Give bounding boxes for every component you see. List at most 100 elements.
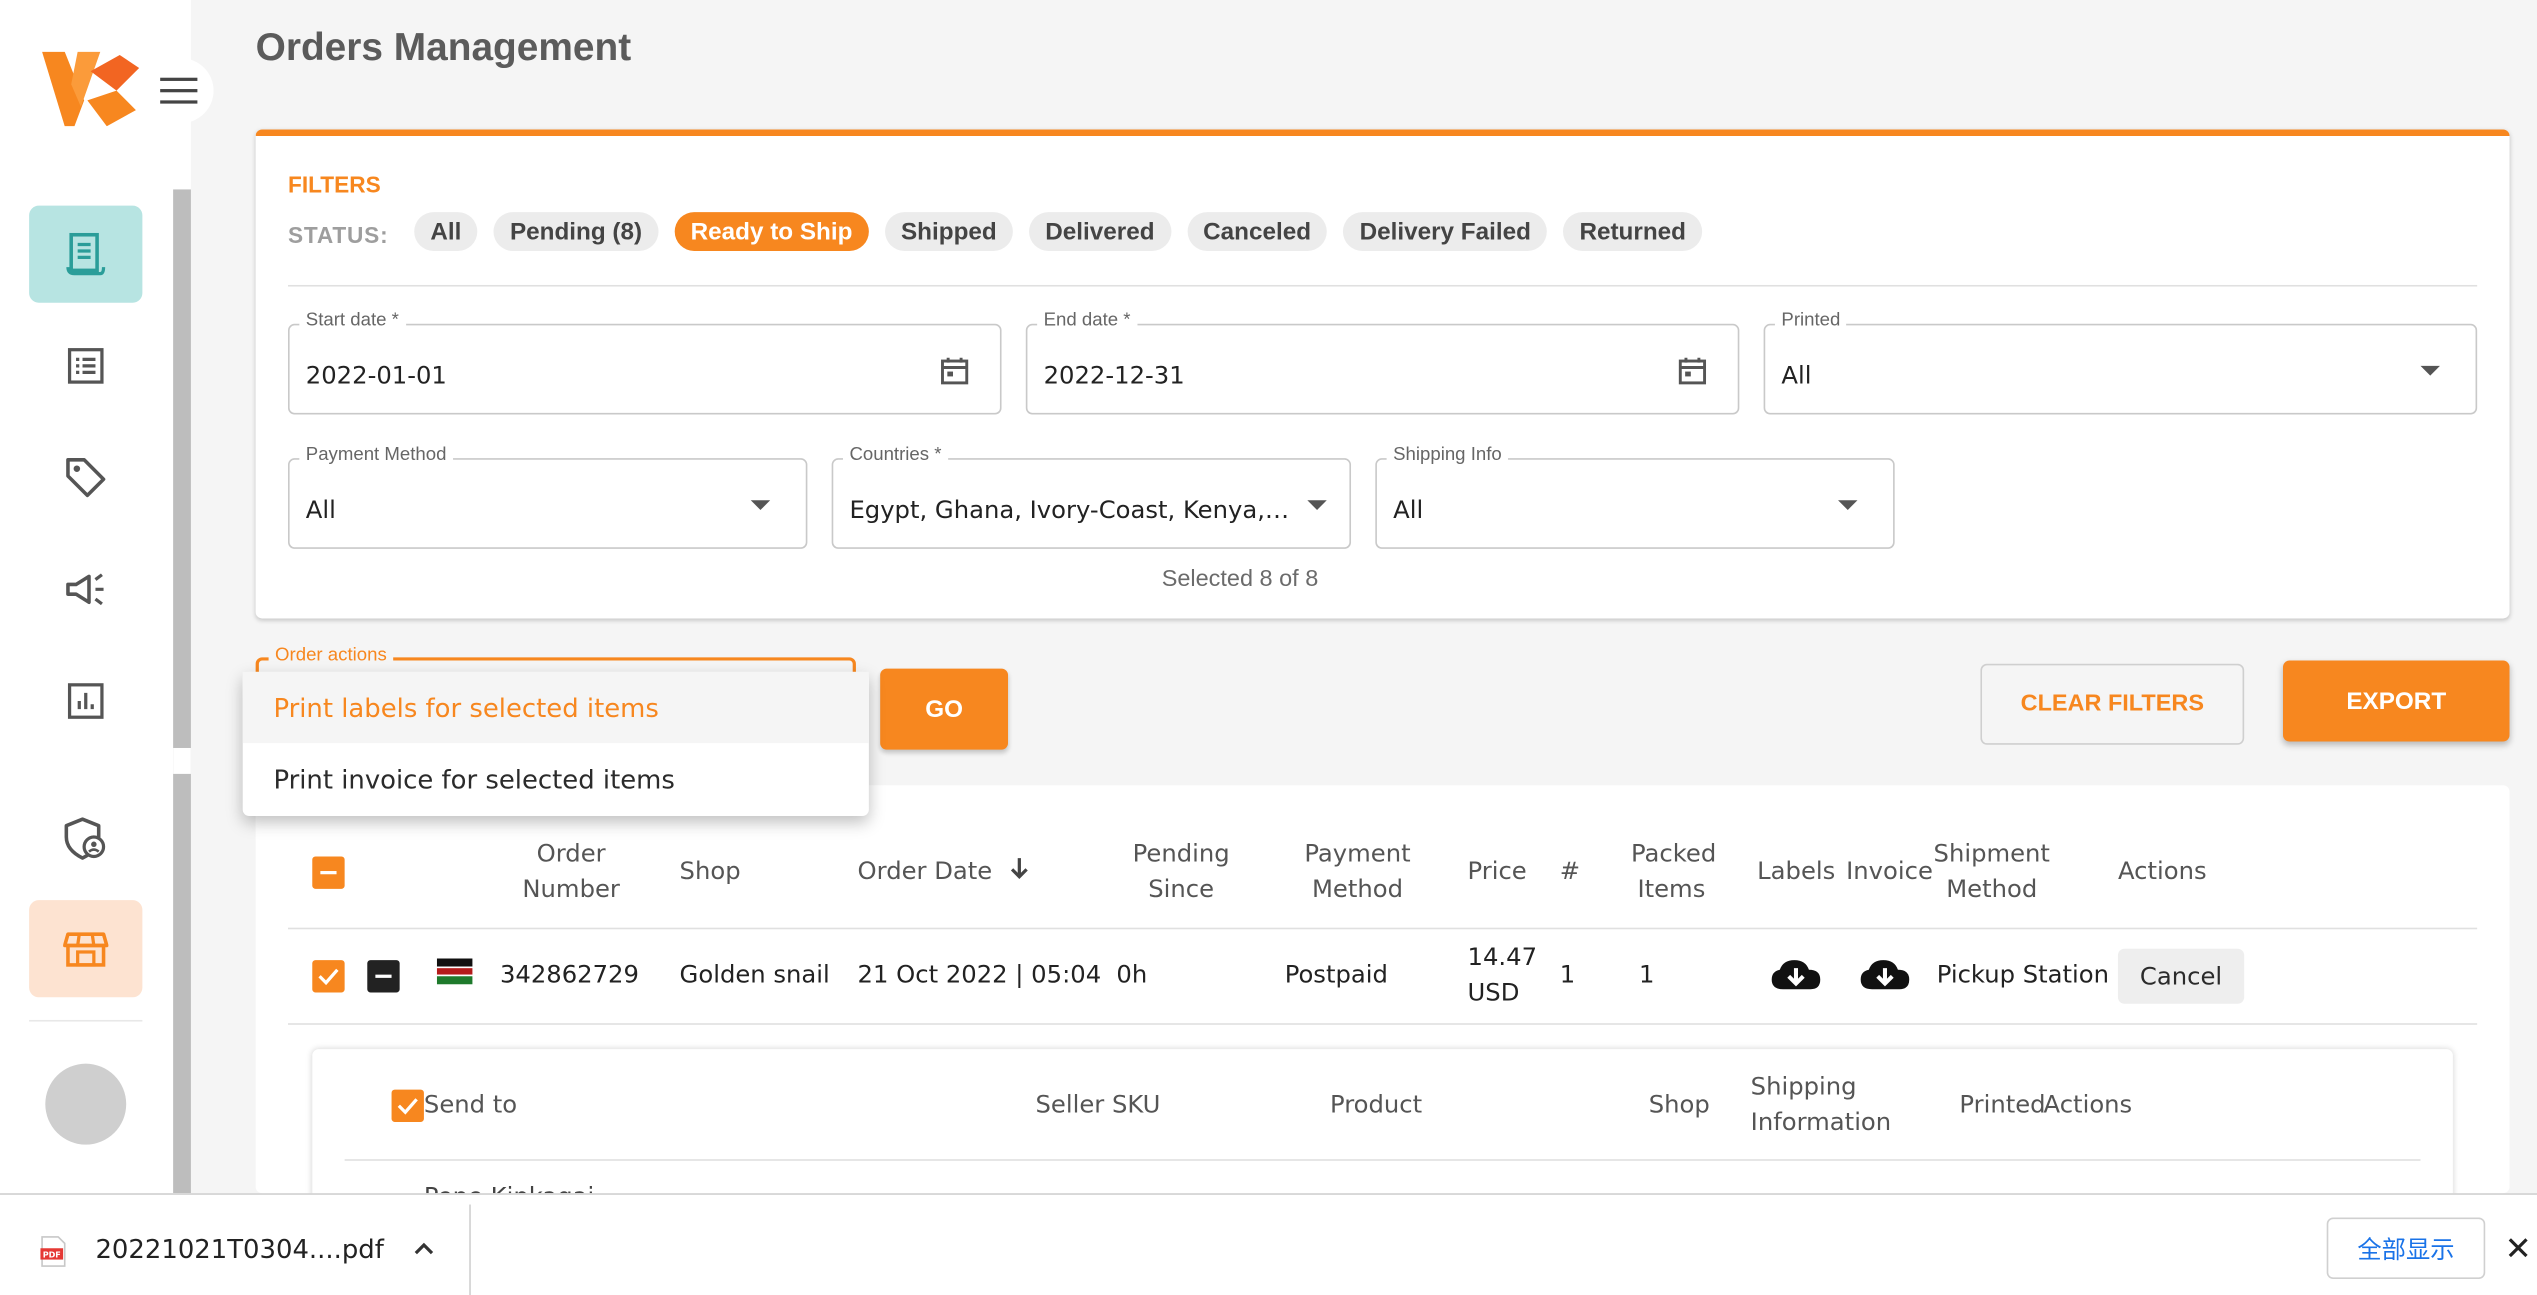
page-title: Orders Management (255, 25, 632, 70)
status-chip-all[interactable]: All (414, 212, 478, 251)
sidebar-item-store[interactable] (29, 900, 143, 998)
status-chip-pending[interactable]: Pending (8) (493, 212, 659, 251)
sort-arrow-down-icon (1010, 853, 1029, 889)
printed-value: All (1781, 361, 1812, 391)
menu-toggle-button[interactable] (142, 58, 214, 124)
cell-shipment-method: Pickup Station (1936, 960, 2110, 990)
start-date-field[interactable]: Start date * 2022-01-01 (288, 310, 1002, 415)
sidebar-item-list[interactable] (29, 317, 142, 414)
sub-header-shipping-information: Shipping Information (1750, 1071, 1892, 1137)
status-chip-ready-to-ship[interactable]: Ready to Ship (674, 212, 869, 251)
indeterminate-icon (320, 871, 337, 875)
header-divider (288, 927, 2478, 930)
sidebar-item-products[interactable] (29, 429, 142, 526)
svg-text:PDF: PDF (43, 1249, 61, 1259)
status-chip-returned[interactable]: Returned (1563, 212, 1703, 251)
cell-packed-items: 1 (1639, 960, 1655, 990)
hamburger-line (159, 77, 197, 81)
payment-method-select[interactable]: Payment Method All (288, 445, 808, 549)
download-file-name[interactable]: 20221021T0304....pdf (95, 1234, 383, 1265)
orders-table: Order Number Shop Order Date Pending Sin… (255, 785, 2510, 1212)
clear-filters-button[interactable]: CLEAR FILTERS (1980, 663, 2245, 745)
printed-select[interactable]: Printed All (1763, 310, 2478, 415)
header-shop: Shop (679, 856, 741, 886)
calendar-icon[interactable] (1676, 355, 1708, 387)
header-price: Price (1467, 856, 1527, 886)
cell-send-to: Pepe Kipkagai (424, 1179, 594, 1193)
row-divider (288, 1023, 2478, 1025)
header-label: Packed Items (1630, 838, 1717, 904)
sidebar-divider (29, 1019, 143, 1022)
minus-icon (375, 974, 392, 978)
sidebar-item-promotions[interactable] (29, 541, 142, 638)
sidebar (0, 0, 214, 1194)
end-date-field[interactable]: End date * 2022-12-31 (1025, 310, 1740, 415)
shipping-info-label: Shipping Info (1386, 445, 1509, 465)
show-all-downloads-button[interactable]: 全部显示 (2326, 1217, 2486, 1280)
sub-header-actions: Actions (2043, 1089, 2133, 1119)
cancel-order-button[interactable]: Cancel (2117, 948, 2245, 1004)
status-chip-canceled[interactable]: Canceled (1186, 212, 1328, 251)
calendar-icon[interactable] (938, 355, 970, 387)
sidebar-item-orders[interactable] (29, 205, 143, 303)
header-shipment-method: Shipment Method (1934, 835, 2050, 906)
header-order-date[interactable]: Order Date (858, 853, 1030, 889)
filters-panel: FILTERS STATUS: All Pending (8) Ready to… (255, 129, 2510, 619)
countries-value: Egypt, Ghana, Ivory-Coast, Kenya, M... (849, 495, 1290, 525)
cloud-download-icon[interactable] (1859, 957, 1911, 996)
header-label: Order Number (522, 838, 620, 904)
shipping-info-select[interactable]: Shipping Info All (1375, 445, 1895, 549)
printed-label: Printed (1774, 310, 1847, 331)
cloud-download-icon[interactable] (1770, 957, 1822, 996)
vendor-logo (42, 51, 140, 127)
payment-method-value: All (305, 495, 336, 525)
header-label: Shipment Method (1933, 838, 2050, 904)
cell-order-number[interactable]: 342862729 (500, 957, 639, 993)
store-icon (63, 932, 109, 967)
status-chip-shipped[interactable]: Shipped (884, 212, 1013, 251)
cell-price: 14.47 USD (1467, 942, 1538, 1008)
items-select-all-checkbox[interactable] (391, 1089, 424, 1122)
downloads-bar: PDF 20221021T0304....pdf 全部显示 ✕ (0, 1193, 2537, 1295)
go-button[interactable]: GO (880, 668, 1009, 750)
shipping-info-value: All (1393, 495, 1424, 525)
sidebar-item-account-security[interactable] (29, 790, 142, 887)
order-actions-menu: Print labels for selected items Print in… (242, 671, 869, 816)
kenya-flag-icon (436, 958, 473, 985)
check-icon (397, 1098, 418, 1115)
close-icon[interactable]: ✕ (2505, 1229, 2532, 1268)
status-label: STATUS: (288, 221, 389, 248)
chevron-up-icon[interactable] (413, 1240, 436, 1256)
start-date-value: 2022-01-01 (305, 361, 447, 391)
header-payment-method: Payment Method (1285, 835, 1431, 906)
menu-item-print-invoice[interactable]: Print invoice for selected items (243, 743, 869, 814)
select-all-checkbox[interactable] (312, 856, 345, 889)
check-icon (318, 968, 339, 986)
chevron-down-icon (2414, 355, 2446, 387)
cell-order-date: 21 Oct 2022 | 05:04 (857, 960, 1102, 990)
sub-header-printed: Printed (1959, 1089, 2046, 1119)
sidebar-scrollbar[interactable] (173, 189, 191, 1194)
chevron-down-icon (744, 489, 776, 521)
header-pending-since: Pending Since (1116, 835, 1245, 906)
row-select-checkbox[interactable] (312, 960, 345, 993)
start-date-label: Start date * (299, 310, 406, 331)
chevron-down-icon (1301, 489, 1333, 521)
status-chip-delivery-failed[interactable]: Delivery Failed (1343, 212, 1548, 251)
cell-pending-since: 0h (1116, 960, 1148, 990)
megaphone-icon (66, 573, 104, 606)
menu-item-print-labels[interactable]: Print labels for selected items (242, 671, 869, 744)
shield-user-icon (64, 817, 106, 860)
export-button[interactable]: EXPORT (2282, 660, 2510, 742)
analytics-icon (67, 683, 104, 719)
countries-select[interactable]: Countries * Egypt, Ghana, Ivory-Coast, K… (831, 445, 1352, 549)
pdf-file-icon: PDF (40, 1236, 66, 1267)
header-actions: Actions (2117, 856, 2207, 886)
cell-payment-method: Postpaid (1284, 960, 1388, 990)
countries-selected-count: Selected 8 of 8 (1161, 566, 1319, 593)
sidebar-item-analytics[interactable] (29, 652, 142, 749)
avatar[interactable] (45, 1063, 127, 1145)
filters-heading: FILTERS (288, 171, 381, 198)
collapse-row-button[interactable] (367, 960, 400, 993)
status-chip-delivered[interactable]: Delivered (1029, 212, 1171, 251)
